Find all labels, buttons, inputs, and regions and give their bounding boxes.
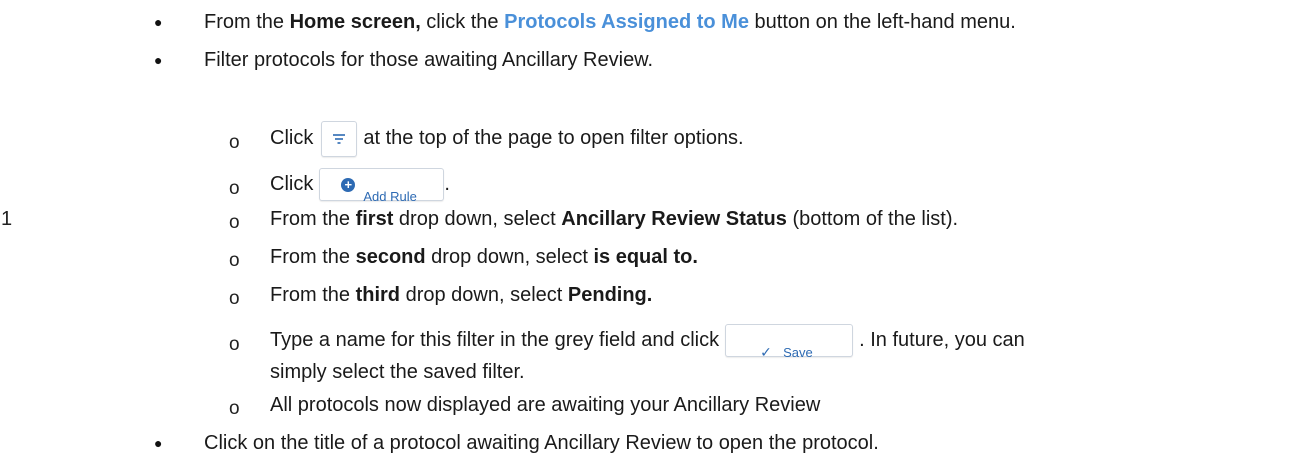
sub-type-name-save: Type a name for this filter in the grey … (270, 320, 1025, 360)
sub-third-dropdown: From the third drop down, select Pending… (270, 284, 653, 306)
sub-marker: o (229, 178, 240, 199)
bullet-marker: ● (154, 52, 163, 68)
sub-marker: o (229, 250, 240, 271)
bullet-marker: ● (154, 435, 163, 451)
sub-marker: o (229, 398, 240, 419)
bullet-marker: ● (154, 14, 163, 30)
sub-marker: o (229, 334, 240, 355)
sub-marker: o (229, 288, 240, 309)
bullet-home-screen: From the Home screen, click the Protocol… (204, 11, 1016, 33)
sub-click-add-rule: Click + Add Rule. (270, 164, 450, 204)
plus-circle-icon: + (341, 178, 356, 193)
sub-marker: o (229, 212, 240, 233)
filter-button[interactable] (321, 120, 358, 157)
check-icon: ✓ (760, 344, 772, 361)
sub-first-dropdown: From the first drop down, select Ancilla… (270, 208, 959, 230)
sub-marker: o (229, 132, 240, 153)
sub-click-filter: Click at the top of the page to open filt… (270, 118, 744, 158)
bullet-filter-protocols: Filter protocols for those awaiting Anci… (204, 49, 654, 71)
protocols-assigned-link: Protocols Assigned to Me (504, 11, 749, 33)
sub-type-name-save-continued: simply select the saved filter. (270, 361, 525, 383)
bullet-click-title: Click on the title of a protocol awaitin… (204, 432, 879, 454)
sub-all-protocols-displayed: All protocols now displayed are awaiting… (270, 394, 821, 416)
step-number: 1 (1, 208, 13, 230)
filter-icon (333, 133, 346, 144)
save-button[interactable]: ✓ Save (725, 324, 854, 360)
sub-second-dropdown: From the second drop down, select is equ… (270, 246, 698, 268)
add-rule-button[interactable]: + Add Rule (319, 168, 445, 204)
instruction-document: 1 ● From the Home screen, click the Prot… (0, 0, 1299, 459)
